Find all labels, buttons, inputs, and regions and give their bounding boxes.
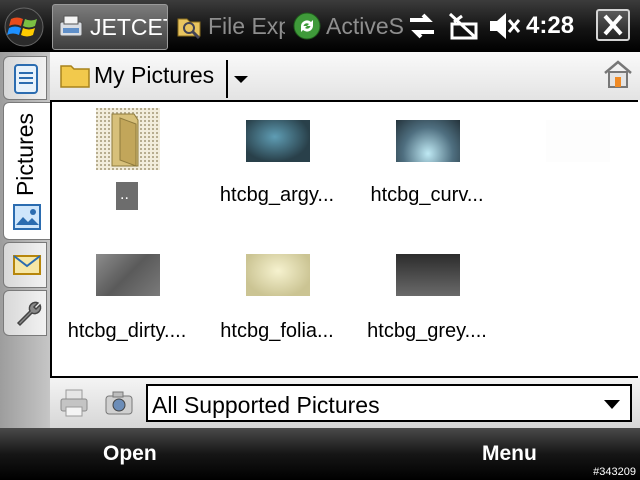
- home-icon[interactable]: [602, 58, 634, 90]
- volume-muted-icon[interactable]: [486, 8, 522, 44]
- file-item-parent[interactable]: ..: [52, 102, 202, 222]
- tab-settings[interactable]: [3, 290, 47, 336]
- taskbar: JETCET File Exp ActiveS 4:28: [0, 0, 640, 52]
- file-name: htcbg_grey....: [367, 320, 487, 342]
- sidebar: Pictures: [0, 52, 50, 428]
- file-name: htcbg_dirty....: [67, 320, 187, 342]
- file-item[interactable]: htcbg_curv...: [352, 102, 502, 222]
- file-name: htcbg_folia...: [220, 320, 334, 342]
- softkey-bar: Open Menu #343209: [0, 428, 640, 480]
- filter-row: All Supported Pictures: [50, 378, 640, 428]
- tab-documents[interactable]: [3, 56, 47, 100]
- task-activesync[interactable]: ActiveS: [289, 4, 403, 48]
- tab-pictures-label-wrap: Pictures: [6, 109, 46, 199]
- picture-icon: [13, 204, 41, 230]
- task-file-explorer[interactable]: File Exp: [171, 4, 285, 48]
- file-item[interactable]: htcbg_argy...: [202, 102, 352, 222]
- file-item[interactable]: htcbg_grey....: [352, 238, 502, 358]
- folder-header: My Pictures: [50, 52, 640, 100]
- folder-dropdown[interactable]: My Pictures: [94, 62, 214, 89]
- image-thumbnail: [546, 120, 610, 162]
- file-name: htcbg_curv...: [370, 184, 484, 206]
- task-jetcet[interactable]: JETCET: [52, 4, 168, 50]
- printer-icon[interactable]: [58, 387, 90, 419]
- image-thumbnail: [396, 120, 460, 162]
- image-thumbnail: [246, 120, 310, 162]
- file-name: htcbg_argy...: [219, 184, 335, 206]
- activesync-icon: [293, 12, 321, 40]
- parent-folder-icon: [96, 108, 160, 170]
- signal-off-icon[interactable]: [446, 8, 482, 44]
- task-label: JETCET: [90, 13, 167, 40]
- file-item[interactable]: htcbg_folia...: [202, 238, 352, 358]
- task-label: ActiveS: [326, 12, 403, 39]
- parent-folder-label-box: ..: [116, 182, 138, 210]
- jetcet-app-icon: [59, 15, 83, 37]
- document-icon: [14, 64, 38, 94]
- folder-icon: [60, 65, 90, 88]
- image-thumbnail: [396, 254, 460, 296]
- file-grid: .. htcbg_argy... htcbg_curv... htcbg_dir…: [50, 100, 638, 378]
- chevron-down-icon: [604, 400, 620, 409]
- image-thumbnail: [246, 254, 310, 296]
- file-name: ..: [120, 186, 129, 203]
- wrench-icon: [16, 301, 42, 327]
- windows-start-icon[interactable]: [4, 7, 44, 47]
- picture-type-select[interactable]: All Supported Pictures: [146, 384, 632, 422]
- file-item[interactable]: htcbg_dirty....: [52, 238, 202, 358]
- tab-pictures-label: Pictures: [12, 112, 39, 196]
- close-icon: [603, 14, 623, 36]
- task-label: File Exp: [208, 12, 285, 39]
- header-divider: [226, 60, 228, 98]
- tab-pictures[interactable]: Pictures: [3, 102, 50, 240]
- connectivity-icon[interactable]: [404, 8, 440, 44]
- close-button[interactable]: [596, 9, 630, 41]
- menu-softkey[interactable]: Menu: [482, 442, 537, 466]
- image-thumbnail: [96, 254, 160, 296]
- clock[interactable]: 4:28: [526, 12, 574, 40]
- open-softkey[interactable]: Open: [103, 442, 157, 466]
- watermark: #343209: [593, 466, 636, 478]
- tab-messages[interactable]: [3, 242, 47, 288]
- file-explorer-icon: [177, 18, 201, 40]
- camera-icon[interactable]: [104, 390, 134, 416]
- file-item[interactable]: [502, 102, 640, 222]
- picture-type-value: All Supported Pictures: [152, 392, 380, 418]
- chevron-down-icon[interactable]: [234, 76, 248, 83]
- envelope-icon: [13, 255, 41, 275]
